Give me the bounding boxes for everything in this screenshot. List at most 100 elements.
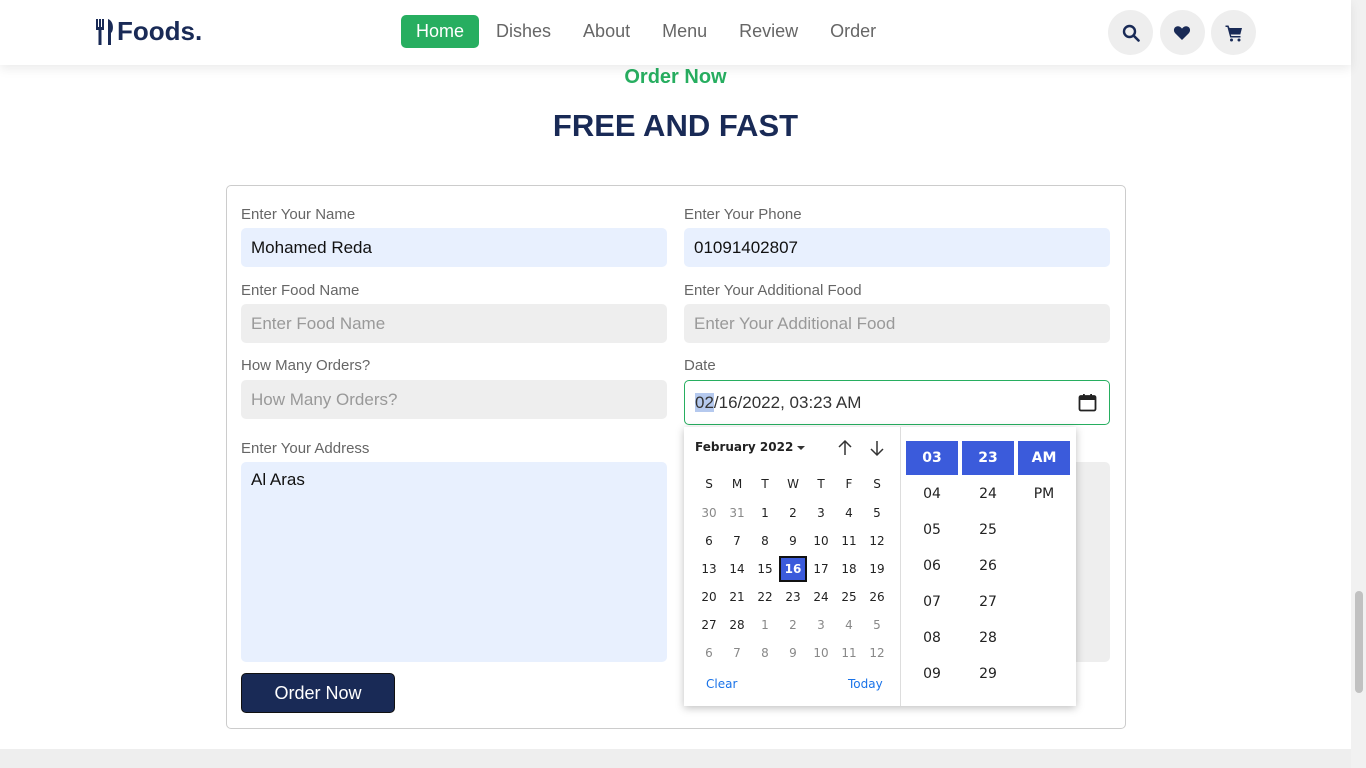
calendar-day[interactable]: 4 [835,612,863,638]
calendar-day[interactable]: 21 [723,584,751,610]
nav-menu[interactable]: Menu [647,15,722,48]
calendar-icon[interactable] [1078,393,1097,412]
address-label: Enter Your Address [241,440,370,457]
section-sub-heading: Order Now [624,66,727,88]
calendar-day[interactable]: 3 [807,500,835,526]
name-label: Enter Your Name [241,206,356,223]
calendar-day[interactable]: 5 [863,612,891,638]
clear-button[interactable]: Clear [706,677,737,691]
calendar-day[interactable]: 10 [807,528,835,554]
hour-option[interactable]: 07 [906,585,958,619]
calendar-day[interactable]: 16 [779,556,807,582]
calendar-day[interactable]: 30 [695,500,723,526]
weekday-label: T [817,477,825,491]
calendar-day[interactable]: 12 [863,640,891,666]
calendar-day[interactable]: 18 [835,556,863,582]
scrollbar[interactable] [1351,0,1366,768]
orders-input[interactable]: How Many Orders? [241,380,667,419]
calendar-day[interactable]: 17 [807,556,835,582]
minute-option[interactable]: 23 [962,441,1014,475]
phone-input[interactable]: 01091402807 [684,228,1110,267]
hour-option[interactable]: 05 [906,513,958,547]
calendar-day[interactable]: 24 [807,584,835,610]
logo[interactable]: Foods. [94,16,202,47]
minute-option[interactable]: 25 [962,513,1014,547]
hour-option[interactable]: 03 [906,441,958,475]
calendar-day[interactable]: 3 [807,612,835,638]
name-input[interactable]: Mohamed Reda [241,228,667,267]
period-option[interactable]: AM [1018,441,1070,475]
calendar-day[interactable]: 11 [835,528,863,554]
calendar-day[interactable]: 2 [779,500,807,526]
calendar-day[interactable]: 22 [751,584,779,610]
calendar-day[interactable]: 13 [695,556,723,582]
footer-strip [0,749,1351,768]
nav-order[interactable]: Order [815,15,891,48]
period-option[interactable]: PM [1018,477,1070,511]
calendar-day[interactable]: 31 [723,500,751,526]
weekday-label: T [761,477,769,491]
calendar-day[interactable]: 15 [751,556,779,582]
calendar-day[interactable]: 7 [723,528,751,554]
calendar-day[interactable]: 8 [751,640,779,666]
calendar-day[interactable]: 4 [835,500,863,526]
calendar-day[interactable]: 6 [695,640,723,666]
calendar-day[interactable]: 9 [779,528,807,554]
calendar-day[interactable]: 1 [751,500,779,526]
hour-option[interactable]: 08 [906,621,958,655]
calendar-day[interactable]: 12 [863,528,891,554]
search-button[interactable] [1108,10,1153,55]
calendar-day[interactable]: 25 [835,584,863,610]
calendar-day[interactable]: 5 [863,500,891,526]
calendar-day[interactable]: 10 [807,640,835,666]
nav-review[interactable]: Review [724,15,813,48]
calendar-day[interactable]: 8 [751,528,779,554]
calendar-day[interactable]: 27 [695,612,723,638]
calendar-day[interactable]: 14 [723,556,751,582]
nav-home[interactable]: Home [401,15,480,48]
heart-icon [1173,25,1191,40]
order-now-button[interactable]: Order Now [241,673,395,713]
calendar-day[interactable]: 7 [723,640,751,666]
main-nav: Home Dishes About Menu Review Order [401,15,893,48]
nav-about[interactable]: About [568,15,645,48]
calendar-day[interactable]: 20 [695,584,723,610]
search-icon [1122,24,1140,42]
minute-option[interactable]: 26 [962,549,1014,583]
date-input[interactable]: 02/16/2022, 03:23 AM [684,380,1110,425]
address-textarea[interactable]: Al Aras [241,462,667,662]
today-button[interactable]: Today [848,677,883,691]
minute-option[interactable]: 27 [962,585,1014,619]
cart-icon [1225,25,1242,41]
nav-dishes[interactable]: Dishes [481,15,566,48]
hour-option[interactable]: 04 [906,477,958,511]
calendar-day[interactable]: 11 [835,640,863,666]
caret-down-icon [797,445,806,450]
hour-option[interactable]: 06 [906,549,958,583]
hour-option[interactable]: 09 [906,657,958,691]
calendar-day[interactable]: 26 [863,584,891,610]
calendar-day[interactable]: 9 [779,640,807,666]
arrow-up-icon[interactable] [836,439,854,457]
date-month-segment[interactable]: 02 [695,393,714,412]
month-selector[interactable]: February 2022 [695,440,806,454]
minute-option[interactable]: 24 [962,477,1014,511]
minute-option[interactable]: 28 [962,621,1014,655]
scrollbar-thumb[interactable] [1355,591,1363,693]
phone-label: Enter Your Phone [684,206,802,223]
calendar-day[interactable]: 2 [779,612,807,638]
calendar-day[interactable]: 19 [863,556,891,582]
additional-food-label: Enter Your Additional Food [684,282,862,299]
cart-button[interactable] [1211,10,1256,55]
calendar-day[interactable]: 1 [751,612,779,638]
additional-food-input[interactable]: Enter Your Additional Food [684,304,1110,343]
favorites-button[interactable] [1159,10,1205,55]
calendar-day[interactable]: 23 [779,584,807,610]
minute-option[interactable]: 29 [962,657,1014,691]
arrow-down-icon[interactable] [868,439,886,457]
page: Foods. Home Dishes About Menu Review Ord… [0,0,1366,768]
calendar-day[interactable]: 6 [695,528,723,554]
date-rest-segment[interactable]: /16/2022, 03:23 AM [714,393,861,412]
food-input[interactable]: Enter Food Name [241,304,667,343]
calendar-day[interactable]: 28 [723,612,751,638]
